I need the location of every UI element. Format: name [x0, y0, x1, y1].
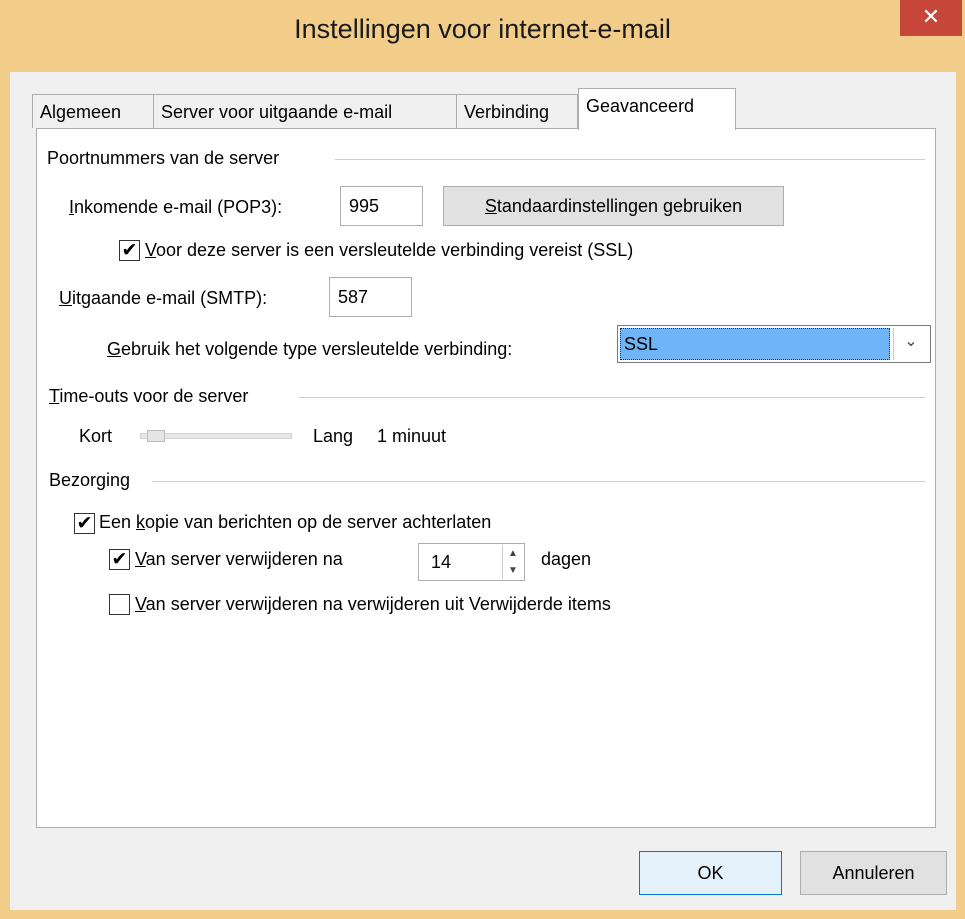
ports-group-divider — [335, 159, 925, 160]
days-label: dagen — [541, 549, 592, 569]
remove-after-checkbox[interactable]: ✔ — [109, 549, 130, 570]
encryption-type-value: SSL — [620, 328, 890, 360]
spin-down-icon[interactable]: ▼ — [503, 562, 523, 579]
timeout-value: 1 minuut — [377, 426, 447, 446]
leave-copy-label: Een kopie van berichten op de server ach… — [99, 512, 492, 532]
dialog-window: Instellingen voor internet-e-mail ✕ Alge… — [0, 0, 965, 919]
close-button[interactable]: ✕ — [900, 0, 962, 36]
timeout-short-label: Kort — [79, 426, 113, 446]
remove-after-days-value: 14 — [431, 552, 452, 572]
tab-algemeen[interactable]: Algemeen — [32, 94, 154, 128]
incoming-port-input[interactable]: 995 — [340, 186, 423, 226]
timeouts-group-label: Time-outs voor de server — [49, 386, 249, 406]
incoming-port-label: Inkomende e-mail (POP3): — [69, 197, 283, 217]
remove-after-label: Van server verwijderen na — [135, 549, 343, 569]
cancel-button[interactable]: Annuleren — [800, 851, 947, 895]
dialog-title: Instellingen voor internet-e-mail — [294, 14, 671, 44]
ports-group-label: Poortnummers van de server — [47, 148, 280, 168]
remove-when-deleted-label: Van server verwijderen na verwijderen ui… — [135, 594, 611, 614]
encryption-type-select[interactable]: SSL ⌄ — [617, 325, 931, 363]
outgoing-port-label: Uitgaande e-mail (SMTP): — [59, 288, 268, 308]
chevron-down-icon[interactable]: ⌄ — [893, 328, 928, 360]
leave-copy-checkbox[interactable]: ✔ — [74, 513, 95, 534]
days-spin-buttons: ▲ ▼ — [502, 545, 523, 579]
tab-page-geavanceerd: Poortnummers van de server Inkomende e-m… — [36, 128, 936, 828]
dialog-client-area: Algemeen Server voor uitgaande e-mail Ve… — [10, 72, 956, 910]
timeout-long-label: Lang — [313, 426, 354, 446]
delivery-group-divider — [152, 481, 925, 482]
timeouts-group-divider — [299, 397, 925, 398]
delivery-group-label: Bezorging — [49, 470, 131, 490]
remove-after-days-stepper[interactable]: 14 ▲ ▼ — [418, 543, 525, 581]
ssl-required-checkbox[interactable]: ✔ — [119, 240, 140, 261]
ok-button[interactable]: OK — [639, 851, 782, 895]
encryption-type-label: Gebruik het volgende type versleutelde v… — [107, 339, 513, 359]
remove-when-deleted-checkbox[interactable] — [109, 594, 130, 615]
outgoing-port-input[interactable]: 587 — [329, 277, 412, 317]
tab-verbinding[interactable]: Verbinding — [456, 94, 578, 128]
timeout-slider-thumb[interactable] — [147, 430, 165, 442]
close-icon: ✕ — [921, 4, 941, 29]
tab-server-uitgaande-email[interactable]: Server voor uitgaande e-mail — [153, 94, 457, 128]
spin-up-icon[interactable]: ▲ — [503, 545, 523, 562]
tab-geavanceerd[interactable]: Geavanceerd — [578, 88, 736, 130]
use-defaults-button[interactable]: Standaardinstellingen gebruiken — [443, 186, 784, 226]
ssl-required-label: Voor deze server is een versleutelde ver… — [145, 240, 634, 260]
